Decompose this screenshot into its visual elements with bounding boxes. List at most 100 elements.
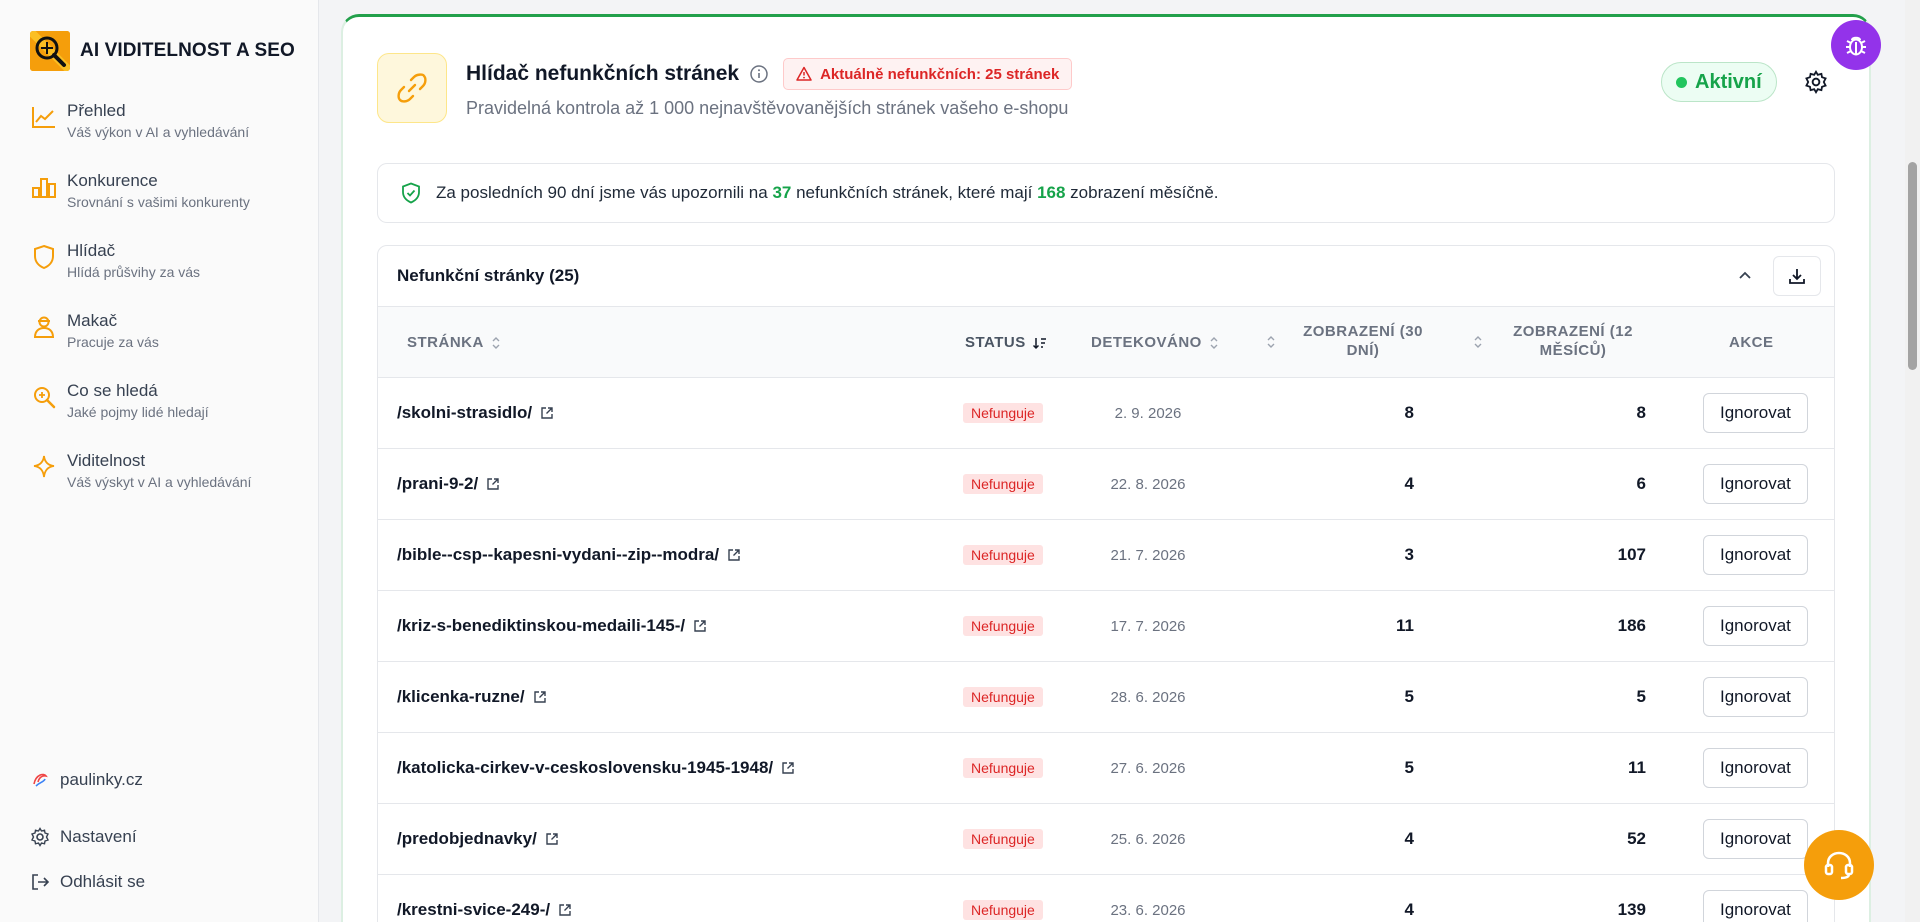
external-link-icon bbox=[782, 762, 794, 774]
page-path: /predobjednavky/ bbox=[397, 829, 537, 848]
ignore-button[interactable]: Ignorovat bbox=[1703, 677, 1808, 717]
views-30-days: 4 bbox=[1404, 900, 1414, 919]
site-selector[interactable]: paulinky.cz bbox=[30, 770, 290, 790]
bug-report-button[interactable] bbox=[1831, 20, 1881, 70]
detected-date: 25. 6. 2026 bbox=[1110, 830, 1186, 848]
status-cell: Nefunguje bbox=[963, 591, 1043, 661]
info-icon[interactable] bbox=[749, 64, 769, 84]
page-link[interactable]: /skolni-strasidlo/ bbox=[397, 378, 554, 448]
column-label: MĚSÍCŮ) bbox=[1539, 342, 1607, 359]
notice-text: Za posledních 90 dní jsme vás upozornili… bbox=[436, 183, 1219, 203]
support-chat-button[interactable] bbox=[1804, 830, 1874, 900]
status-cell: Nefunguje bbox=[963, 449, 1043, 519]
site-logo-icon bbox=[33, 773, 48, 787]
detected-date: 22. 8. 2026 bbox=[1110, 475, 1186, 493]
summary-notice: Za posledních 90 dní jsme vás upozornili… bbox=[377, 163, 1835, 223]
page-link[interactable]: /predobjednavky/ bbox=[397, 804, 559, 874]
views-12-months: 52 bbox=[1627, 829, 1646, 848]
action-cell: Ignorovat bbox=[1703, 804, 1808, 874]
column-header-page[interactable]: STRÁNKA bbox=[407, 333, 502, 352]
external-link-icon bbox=[546, 833, 558, 845]
trend-chart-icon bbox=[32, 107, 55, 128]
scrollbar-thumb[interactable] bbox=[1908, 162, 1917, 370]
logout-link[interactable]: Odhlásit se bbox=[30, 872, 290, 892]
sort-icon[interactable] bbox=[1265, 335, 1277, 349]
nav-title: Makač bbox=[67, 311, 118, 330]
gear-icon[interactable] bbox=[1804, 70, 1828, 94]
nav-title: Přehled bbox=[67, 101, 126, 120]
column-label: STATUS bbox=[965, 334, 1026, 351]
detected-date: 27. 6. 2026 bbox=[1110, 759, 1186, 777]
sort-icon[interactable] bbox=[1472, 335, 1484, 349]
ignore-button[interactable]: Ignorovat bbox=[1703, 606, 1808, 646]
table-header-bar: Nefunkční stránky (25) bbox=[378, 246, 1834, 307]
action-cell: Ignorovat bbox=[1703, 875, 1808, 922]
page-scrollbar[interactable] bbox=[1905, 0, 1920, 922]
column-label: ZOBRAZENÍ (30 bbox=[1303, 323, 1423, 340]
ignore-button[interactable]: Ignorovat bbox=[1703, 464, 1808, 504]
notice-prefix: Za posledních 90 dní jsme vás upozornili… bbox=[436, 183, 768, 202]
page-link[interactable]: /krestni-svice-249-/ bbox=[397, 875, 572, 922]
nav-subtitle: Váš výskyt v AI a vyhledávání bbox=[67, 474, 252, 490]
status-badge: Nefunguje bbox=[963, 829, 1043, 849]
column-header-status[interactable]: STATUS bbox=[965, 333, 1048, 352]
views-12-months: 186 bbox=[1617, 616, 1646, 635]
views-30-days: 4 bbox=[1404, 829, 1414, 848]
ignore-button[interactable]: Ignorovat bbox=[1703, 393, 1808, 433]
page-link[interactable]: /bible--csp--kapesni-vydani--zip--modra/ bbox=[397, 520, 741, 590]
views-30-days: 8 bbox=[1404, 403, 1414, 422]
column-header-views-12[interactable]: ZOBRAZENÍ (12 MĚSÍCŮ) bbox=[1493, 322, 1653, 360]
brand-logo-icon bbox=[30, 31, 70, 71]
page-link[interactable]: /prani-9-2/ bbox=[397, 449, 500, 519]
nav-item-viditelnost[interactable]: Viditelnost Váš výskyt v AI a vyhledávání bbox=[30, 450, 300, 520]
settings-link[interactable]: Nastavení bbox=[30, 827, 290, 847]
status-cell: Nefunguje bbox=[963, 520, 1043, 590]
ignore-button[interactable]: Ignorovat bbox=[1703, 748, 1808, 788]
status-toggle[interactable]: Aktivní bbox=[1661, 62, 1777, 102]
page-link[interactable]: /katolicka-cirkev-v-ceskoslovensku-1945-… bbox=[397, 733, 795, 803]
ignore-button[interactable]: Ignorovat bbox=[1703, 535, 1808, 575]
shield-check-icon bbox=[402, 182, 420, 204]
column-header-views-30[interactable]: ZOBRAZENÍ (30 DNÍ) bbox=[1283, 322, 1443, 360]
warning-icon bbox=[796, 66, 812, 81]
notice-pages-count: 37 bbox=[772, 183, 792, 202]
site-name: paulinky.cz bbox=[60, 770, 143, 789]
detected-date: 2. 9. 2026 bbox=[1114, 404, 1182, 422]
table-row: /kriz-s-benediktinskou-medaili-145-/ Nef… bbox=[378, 591, 1834, 662]
table-row: /bible--csp--kapesni-vydani--zip--modra/… bbox=[378, 520, 1834, 591]
detected-date: 23. 6. 2026 bbox=[1110, 901, 1186, 919]
ignore-button[interactable]: Ignorovat bbox=[1703, 819, 1808, 859]
broken-count-text: Aktuálně nefunkčních: 25 stránek bbox=[820, 65, 1060, 83]
nav-subtitle: Srovnání s vašimi konkurenty bbox=[67, 194, 250, 210]
broken-pages-table: Nefunkční stránky (25) STRÁNKA STATUS DE… bbox=[377, 245, 1835, 922]
table-row: /klicenka-ruzne/ Nefunguje 28. 6. 2026 5… bbox=[378, 662, 1834, 733]
nav-item-hlidac[interactable]: Hlídač Hlídá průšvihy za vás bbox=[30, 240, 300, 310]
status-badge: Nefunguje bbox=[963, 758, 1043, 778]
views-30-days: 11 bbox=[1396, 616, 1414, 635]
column-label: DETEKOVÁNO bbox=[1091, 334, 1202, 351]
nav-item-prehled[interactable]: Přehled Váš výkon v AI a vyhledávání bbox=[30, 100, 300, 170]
external-link-icon bbox=[694, 620, 706, 632]
status-badge: Nefunguje bbox=[963, 687, 1043, 707]
nav-subtitle: Jaké pojmy lidé hledají bbox=[67, 404, 209, 420]
views-12-months: 5 bbox=[1636, 687, 1646, 706]
views-30-days: 5 bbox=[1404, 758, 1414, 777]
ignore-button[interactable]: Ignorovat bbox=[1703, 890, 1808, 922]
chevron-up-icon[interactable] bbox=[1733, 264, 1757, 288]
download-icon bbox=[1789, 269, 1805, 284]
table-body: /skolni-strasidlo/ Nefunguje 2. 9. 2026 … bbox=[378, 378, 1834, 922]
column-header-detected[interactable]: DETEKOVÁNO bbox=[1091, 333, 1220, 352]
download-button[interactable] bbox=[1773, 256, 1821, 296]
action-cell: Ignorovat bbox=[1703, 662, 1808, 732]
nav-item-makac[interactable]: Makač Pracuje za vás bbox=[30, 310, 300, 380]
action-cell: Ignorovat bbox=[1703, 378, 1808, 448]
page-link[interactable]: /kriz-s-benediktinskou-medaili-145-/ bbox=[397, 591, 707, 661]
nav-item-konkurence[interactable]: Konkurence Srovnání s vašimi konkurenty bbox=[30, 170, 300, 240]
nav-item-co-se-hleda[interactable]: Co se hledá Jaké pojmy lidé hledají bbox=[30, 380, 300, 450]
broken-pages-monitor-card: Hlídač nefunkčních stránek Aktuálně nefu… bbox=[341, 14, 1871, 922]
brand[interactable]: AI VIDITELNOST A SEO bbox=[30, 31, 295, 71]
nav-subtitle: Váš výkon v AI a vyhledávání bbox=[67, 124, 250, 140]
page-title-text: Hlídač nefunkčních stránek bbox=[466, 62, 740, 85]
detected-date: 17. 7. 2026 bbox=[1110, 617, 1186, 635]
page-link[interactable]: /klicenka-ruzne/ bbox=[397, 662, 547, 732]
